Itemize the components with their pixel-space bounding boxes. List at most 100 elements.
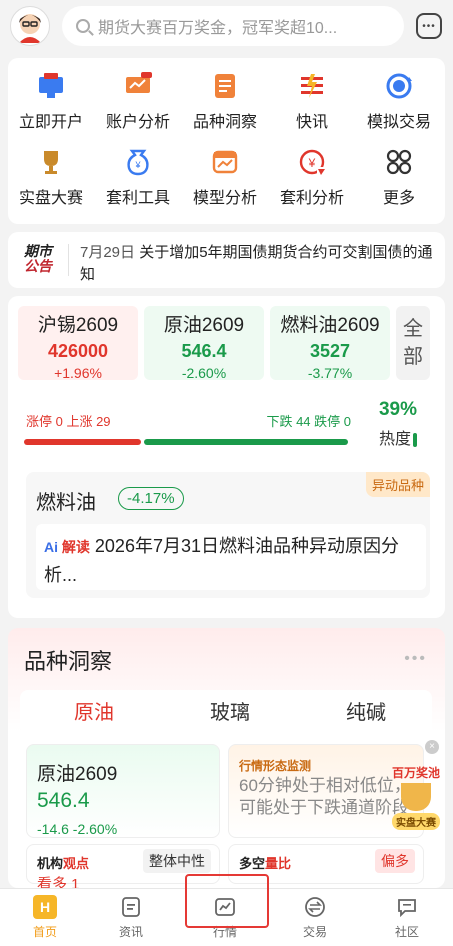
more-grid-icon <box>383 146 415 178</box>
heat-gauge-icon <box>413 432 417 447</box>
model-analysis-icon <box>209 146 241 178</box>
notice-date: 7月29日 <box>80 244 136 261</box>
nav-home-label: 首页 <box>32 925 57 939</box>
avatar-icon <box>19 14 41 43</box>
arbitrage-tool-icon: ¥ <box>122 146 154 178</box>
notice-tag-top: 期市 <box>24 243 52 259</box>
highlight-box <box>185 874 269 928</box>
quote-change: -2.60% <box>181 365 227 381</box>
ai-label: Ai <box>44 539 58 555</box>
notice-divider <box>68 244 69 276</box>
quote-cell-fuel-oil[interactable]: 燃料油2609 3527 -3.77% <box>270 306 390 381</box>
quick-open-account-label: 立即开户 <box>18 114 83 131</box>
quote-name: 沪锡2609 <box>37 315 119 336</box>
insight-quote-card[interactable]: 原油2609 546.4 -14.6 -2.60% <box>26 744 220 838</box>
notice-text: 7月29日 关于增加5年期国债期货合约可交割国债的通知 <box>80 242 440 286</box>
svg-text:¥: ¥ <box>134 160 141 170</box>
avatar[interactable] <box>10 6 50 46</box>
long-short-title: 多空量比 <box>239 853 291 872</box>
message-icon[interactable]: ••• <box>416 13 442 39</box>
quote-name: 燃料油2609 <box>280 315 380 336</box>
heat-label: 热度 <box>378 431 411 448</box>
nav-home[interactable]: H 首页 <box>0 895 90 940</box>
trophy-icon <box>401 783 431 811</box>
arbitrage-analysis-icon: ¥ <box>296 146 328 178</box>
long-short-tag: 偏多 <box>375 849 415 873</box>
quote-price: 3527 <box>309 341 351 361</box>
quote-price: 426000 <box>47 341 109 361</box>
nav-trade[interactable]: 交易 <box>270 895 360 940</box>
close-icon[interactable]: × <box>425 740 439 754</box>
ai-read-label: 解读 <box>61 539 90 555</box>
monitor-title: 行情形态监测 <box>239 759 312 773</box>
quick-arbitrage-tool[interactable]: ¥ 套利工具 <box>95 146 181 208</box>
variety-insight-section: 品种洞察 ••• 原油 玻璃 纯碱 原油2609 546.4 -14.6 -2.… <box>8 628 445 888</box>
quick-model-analysis[interactable]: 模型分析 <box>182 146 268 208</box>
quick-arbitrage-analysis[interactable]: ¥ 套利分析 <box>269 146 355 208</box>
nav-news-label: 资讯 <box>118 925 143 939</box>
ai-analysis[interactable]: Ai 解读 2026年7月31日燃料油品种异动原因分析... <box>36 524 426 590</box>
quick-more[interactable]: 更多 <box>356 146 442 208</box>
quote-change: -3.77% <box>307 365 353 381</box>
prize-pool-tag: 实盘大赛 <box>392 813 440 830</box>
nav-trade-label: 交易 <box>302 925 327 939</box>
quick-more-label: 更多 <box>382 190 415 207</box>
trophy-icon <box>35 146 67 178</box>
quick-actions-panel: 立即开户 账户分析 品种洞察 快讯 模拟交易 实盘大赛 ¥ 套利工具 模型分析 … <box>8 58 445 224</box>
nav-community[interactable]: 社区 <box>362 895 452 940</box>
tab-crude-oil[interactable]: 原油 <box>26 696 162 725</box>
institution-view-value: 看多 1 <box>37 876 80 888</box>
search-placeholder: 期货大赛百万奖金，冠军奖超10... <box>98 20 338 37</box>
simulated-trading-icon <box>383 70 415 102</box>
institution-label: 机构 <box>37 856 64 871</box>
quote-price: 546.4 <box>181 341 227 361</box>
flash-news-icon <box>296 70 328 102</box>
quick-arbitrage-tool-label: 套利工具 <box>105 190 170 207</box>
nav-community-label: 社区 <box>394 925 419 939</box>
all-quotes-button[interactable]: 全部 <box>396 306 430 380</box>
tab-soda-ash[interactable]: 纯碱 <box>298 696 434 725</box>
breadth-down-bar <box>144 439 348 445</box>
search-input[interactable]: 期货大赛百万奖金，冠军奖超10... <box>62 6 404 46</box>
home-icon: H <box>33 895 57 919</box>
institution-view-title: 机构观点 <box>37 853 89 872</box>
anomaly-badge: 异动品种 <box>365 472 430 497</box>
insight-quote-change: -14.6 -2.60% <box>37 821 118 837</box>
prize-pool-badge[interactable]: 百万奖池 实盘大赛 <box>387 764 445 830</box>
variety-insight-icon <box>209 70 241 102</box>
news-icon <box>119 895 143 919</box>
tab-glass[interactable]: 玻璃 <box>162 696 298 725</box>
quote-cell-tin[interactable]: 沪锡2609 426000 +1.96% <box>18 306 138 381</box>
section-title: 品种洞察 <box>24 649 113 674</box>
quote-change: +1.96% <box>54 365 102 381</box>
ai-read-icon: Ai 解读 <box>44 539 90 555</box>
quick-flash-news-label: 快讯 <box>295 114 328 131</box>
insight-quote-price: 546.4 <box>37 789 90 812</box>
institution-view-tag: 整体中性 <box>143 849 211 873</box>
quick-open-account[interactable]: 立即开户 <box>8 70 94 132</box>
anomaly-card[interactable]: 异动品种 燃料油 -4.17% Ai 解读 2026年7月31日燃料油品种异动原… <box>26 472 430 598</box>
svg-text:¥: ¥ <box>308 156 316 170</box>
notice-tag-bottom: 公告 <box>24 258 52 274</box>
long-short-label: 多空 <box>239 856 266 871</box>
breadth-up-bar <box>24 439 141 445</box>
quick-account-analysis[interactable]: 账户分析 <box>95 70 181 132</box>
quick-trading-contest[interactable]: 实盘大赛 <box>8 146 94 208</box>
trade-icon <box>303 895 327 919</box>
insight-quote-name: 原油2609 <box>37 764 118 785</box>
quick-variety-insight[interactable]: 品种洞察 <box>182 70 268 132</box>
view-label: 观点 <box>63 856 90 871</box>
account-analysis-icon <box>122 70 154 102</box>
quick-simulated-trading[interactable]: 模拟交易 <box>356 70 442 132</box>
up-count-label: 涨停 0 上涨 29 <box>26 414 111 429</box>
notice-tag: 期市 公告 <box>18 244 58 274</box>
down-count-label: 下跌 44 跌停 0 <box>266 414 351 429</box>
anomaly-change: -4.17% <box>118 487 184 510</box>
top-header: 期货大赛百万奖金，冠军奖超10... ••• <box>0 0 453 52</box>
open-account-icon <box>35 70 67 102</box>
more-options-icon[interactable]: ••• <box>404 650 427 668</box>
nav-news[interactable]: 资讯 <box>86 895 176 940</box>
market-notice[interactable]: 期市 公告 7月29日 关于增加5年期国债期货合约可交割国债的通知 <box>8 232 445 288</box>
quick-flash-news[interactable]: 快讯 <box>269 70 355 132</box>
quote-cell-crude[interactable]: 原油2609 546.4 -2.60% <box>144 306 264 381</box>
